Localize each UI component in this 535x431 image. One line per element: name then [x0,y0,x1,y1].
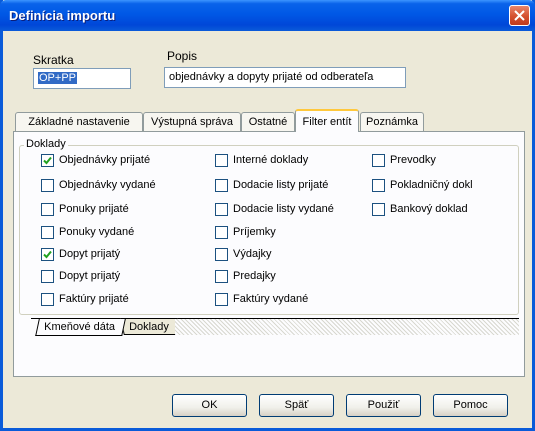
checkbox-box[interactable] [41,292,54,306]
checkbox-ponuky-prijate[interactable]: Ponuky prijaté [41,201,129,217]
doklady-group-label: Doklady [24,138,68,150]
checkbox-dopyt-prijaty-2[interactable]: Dopyt prijatý [41,268,120,284]
tab-zakladne-nastavenie[interactable]: Základné nastavenie [15,112,143,131]
checkbox-label: Dodacie listy prijaté [233,179,329,191]
ok-button[interactable]: OK [172,394,247,417]
checkbox-dodacie-listy-vydane[interactable]: Dodacie listy vydané [215,201,334,217]
checkbox-box[interactable] [41,178,54,192]
checkbox-box[interactable] [215,225,228,239]
title-bar[interactable]: Definícia importu [0,0,535,31]
checkbox-label: Interné doklady [233,154,309,166]
checkbox-ponuky-vydane[interactable]: Ponuky vydané [41,224,134,240]
checkbox-box[interactable] [215,247,228,261]
popis-label: Popis [167,49,198,63]
checkbox-box[interactable] [41,269,54,283]
skratka-value: OP+PP [38,72,77,84]
checkbox-bankovy-doklad[interactable]: Bankový doklad [372,201,468,217]
checkbox-box[interactable] [41,225,54,239]
checkbox-box[interactable] [41,202,54,216]
checkbox-label: Príjemky [233,226,276,238]
apply-button[interactable]: Použiť [346,394,421,417]
checkbox-objednavky-vydane[interactable]: Objednávky vydané [41,177,156,193]
skratka-label: Skratka [33,53,74,67]
checkbox-predajky[interactable]: Predajky [215,268,276,284]
checkbox-box[interactable] [215,202,228,216]
tab-doklady-label: Doklady [129,321,169,333]
checkbox-pokladnicny-dokl[interactable]: Pokladničný dokl [372,177,473,193]
back-button[interactable]: Späť [259,394,334,417]
close-button[interactable] [509,5,530,26]
checkbox-label: Faktúry vydané [233,293,309,305]
checkbox-label: Dopyt prijatý [59,270,121,282]
checkbox-box[interactable] [372,178,385,192]
tab-ostatne[interactable]: Ostatné [241,112,295,131]
checkbox-interne-doklady[interactable]: Interné doklady [215,152,308,168]
checkbox-label: Prevodky [390,154,436,166]
tab-doklady[interactable]: Doklady [120,318,181,335]
sheet-tab-scroll-area [175,319,519,335]
checkbox-label: Výdajky [233,248,272,260]
check-icon [43,250,52,258]
checkbox-vydajky[interactable]: Výdajky [215,246,272,262]
popis-value: objednávky a dopyty prijaté od odberateľ… [169,71,374,83]
checkbox-box[interactable] [215,269,228,283]
checkbox-faktury-vydane[interactable]: Faktúry vydané [215,291,308,307]
checkbox-box[interactable] [215,178,228,192]
help-button[interactable]: Pomoc [433,394,508,417]
checkbox-prevodky[interactable]: Prevodky [372,152,436,168]
popis-input[interactable]: objednávky a dopyty prijaté od odberateľ… [164,67,406,88]
checkbox-box[interactable] [41,153,54,167]
tab-kmenove-data[interactable]: Kmeňové dáta [35,319,126,336]
tab-vystupna-sprava[interactable]: Výstupná správa [143,112,241,131]
checkbox-faktury-prijate[interactable]: Faktúry prijaté [41,291,129,307]
checkbox-objednavky-prijate[interactable]: Objednávky prijaté [41,152,150,168]
checkbox-box[interactable] [215,153,228,167]
checkbox-box[interactable] [372,153,385,167]
checkbox-label: Ponuky prijaté [59,203,129,215]
tab-kmenove-data-label: Kmeňové dáta [44,321,116,333]
skratka-input[interactable]: OP+PP [33,68,131,89]
checkbox-label: Dodacie listy vydané [233,203,334,215]
checkbox-label: Predajky [233,270,276,282]
tab-filter-entit[interactable]: Filter entít [295,109,359,132]
checkbox-dopyt-prijaty-1[interactable]: Dopyt prijatý [41,246,120,262]
tab-poznamka[interactable]: Poznámka [360,112,424,131]
checkbox-label: Faktúry prijaté [59,293,129,305]
checkbox-dodacie-listy-prijate[interactable]: Dodacie listy prijaté [215,177,328,193]
checkbox-label: Dopyt prijatý [59,248,121,260]
checkbox-box[interactable] [215,292,228,306]
checkbox-label: Objednávky prijaté [59,154,151,166]
checkbox-prijemky[interactable]: Príjemky [215,224,276,240]
checkbox-label: Ponuky vydané [59,226,135,238]
check-icon [43,156,52,164]
checkbox-box[interactable] [41,247,54,261]
checkbox-label: Objednávky vydané [59,179,156,191]
window-title: Definícia importu [9,8,116,23]
checkbox-box[interactable] [372,202,385,216]
close-icon [514,10,525,21]
checkbox-label: Bankový doklad [390,203,468,215]
checkbox-label: Pokladničný dokl [390,179,473,191]
